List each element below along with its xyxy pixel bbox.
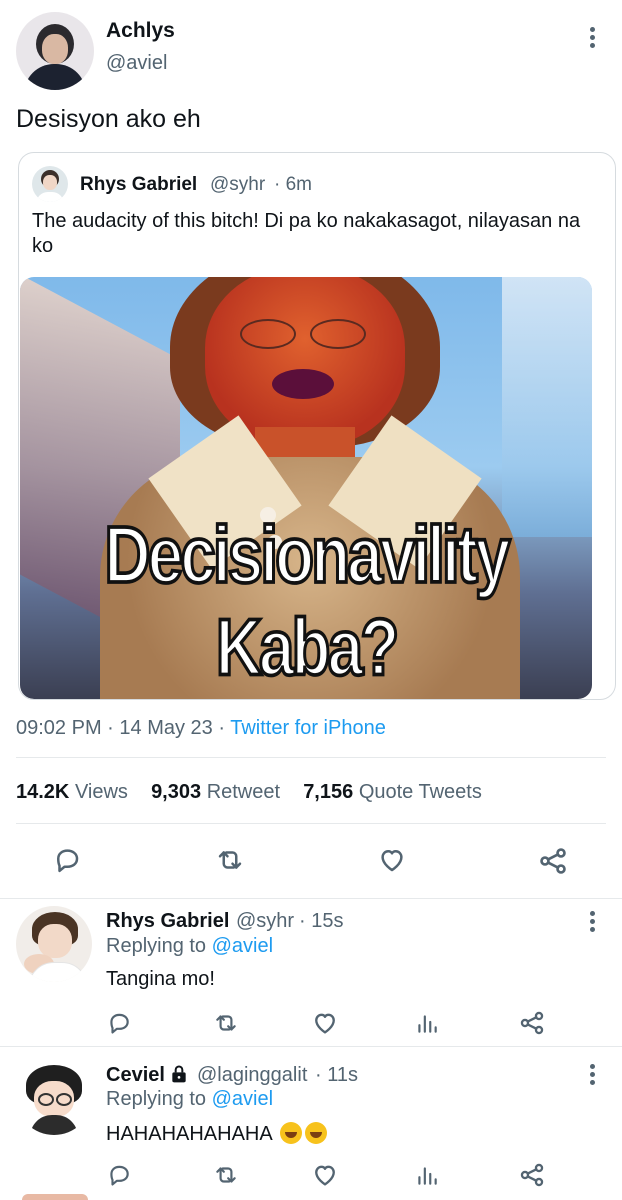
- main-author-avatar[interactable]: [16, 12, 94, 90]
- tweet-timestamp: 09:02 PM · 14 May 23 · Twitter for iPhon…: [16, 717, 386, 740]
- main-author-handle[interactable]: @aviel: [106, 52, 167, 75]
- quoted-time: · 6m: [274, 174, 312, 195]
- more-icon[interactable]: [590, 1064, 596, 1088]
- more-icon[interactable]: [590, 27, 596, 51]
- main-author-name[interactable]: Achlys: [106, 19, 175, 43]
- reply-author-name[interactable]: Ceviel: [106, 1064, 165, 1087]
- lock-icon: [172, 1065, 186, 1083]
- share-icon[interactable]: [518, 1161, 546, 1189]
- next-reply-avatar-peek: [22, 1194, 88, 1200]
- views-icon[interactable]: [414, 1162, 440, 1188]
- reply-text-row: HAHAHAHAHAHA: [106, 1122, 328, 1146]
- reply-author-name[interactable]: Rhys Gabriel: [106, 910, 229, 933]
- reply-author-handle[interactable]: @laginggalit: [197, 1064, 307, 1087]
- replying-to-label: Replying to: [106, 1088, 207, 1110]
- tweet-stats: 14.2K Views 9,303 Retweet 7,156 Quote Tw…: [16, 781, 482, 804]
- quotes-count: 7,156: [303, 781, 354, 803]
- retweet-icon[interactable]: [214, 845, 246, 875]
- more-icon[interactable]: [590, 911, 596, 935]
- replying-to: Replying to @aviel: [106, 935, 273, 958]
- replying-to: Replying to @aviel: [106, 1088, 273, 1111]
- share-icon[interactable]: [518, 1009, 546, 1037]
- quoted-media-caption: Decisionavility Kaba?: [103, 507, 512, 693]
- reply-text: Tangina mo!: [106, 968, 215, 990]
- like-icon[interactable]: [311, 1009, 339, 1037]
- reply-author-handle[interactable]: @syhr: [236, 910, 294, 933]
- retweets-count: 9,303: [151, 781, 202, 803]
- quoted-author-avatar: [32, 166, 68, 202]
- quoted-author-name: Rhys Gabriel: [80, 174, 198, 195]
- share-icon[interactable]: [537, 845, 569, 877]
- replying-to-handle[interactable]: @aviel: [212, 1088, 273, 1110]
- divider: [0, 1046, 622, 1047]
- quoted-tweet-text: The audacity of this bitch! Di pa ko nak…: [32, 210, 581, 257]
- reply-author-avatar[interactable]: [16, 906, 92, 982]
- views-icon[interactable]: [414, 1010, 440, 1036]
- divider: [0, 898, 622, 899]
- reply-author-avatar[interactable]: [16, 1059, 92, 1135]
- views-label: Views: [74, 781, 128, 803]
- reply-text: HAHAHAHAHAHA: [106, 1123, 272, 1145]
- replying-to-handle[interactable]: @aviel: [212, 935, 273, 957]
- tweet-date: · 14 May 23 ·: [107, 717, 225, 739]
- replying-to-label: Replying to: [106, 935, 207, 957]
- quoted-tweet-card[interactable]: Rhys Gabriel @syhr · 6m The audacity of …: [18, 152, 616, 700]
- reply-icon[interactable]: [106, 1010, 132, 1036]
- laughing-emoji: [280, 1122, 303, 1144]
- retweets-stat[interactable]: 9,303 Retweet: [151, 781, 286, 803]
- reply-time: · 15s: [299, 910, 344, 932]
- tweet-source[interactable]: Twitter for iPhone: [230, 717, 386, 739]
- like-icon[interactable]: [376, 845, 408, 875]
- quoted-media-image[interactable]: Decisionavility Kaba?: [20, 277, 592, 699]
- quoted-author-handle: @syhr: [210, 174, 266, 195]
- reply-icon[interactable]: [52, 845, 82, 875]
- divider: [16, 757, 606, 758]
- retweets-label: Retweet: [206, 781, 281, 803]
- reply-icon[interactable]: [106, 1162, 132, 1188]
- reply-time: · 11s: [315, 1064, 358, 1086]
- tweet-time: 09:02 PM: [16, 717, 102, 739]
- main-tweet-text: Desisyon ako eh: [16, 105, 201, 133]
- like-icon[interactable]: [311, 1161, 339, 1189]
- laughing-emoji: [305, 1122, 328, 1144]
- retweet-icon[interactable]: [212, 1162, 240, 1188]
- quotes-label: Quote Tweets: [358, 781, 482, 803]
- divider: [16, 823, 606, 824]
- retweet-icon[interactable]: [212, 1010, 240, 1036]
- views-count: 14.2K: [16, 781, 70, 803]
- quotes-stat[interactable]: 7,156 Quote Tweets: [303, 781, 482, 803]
